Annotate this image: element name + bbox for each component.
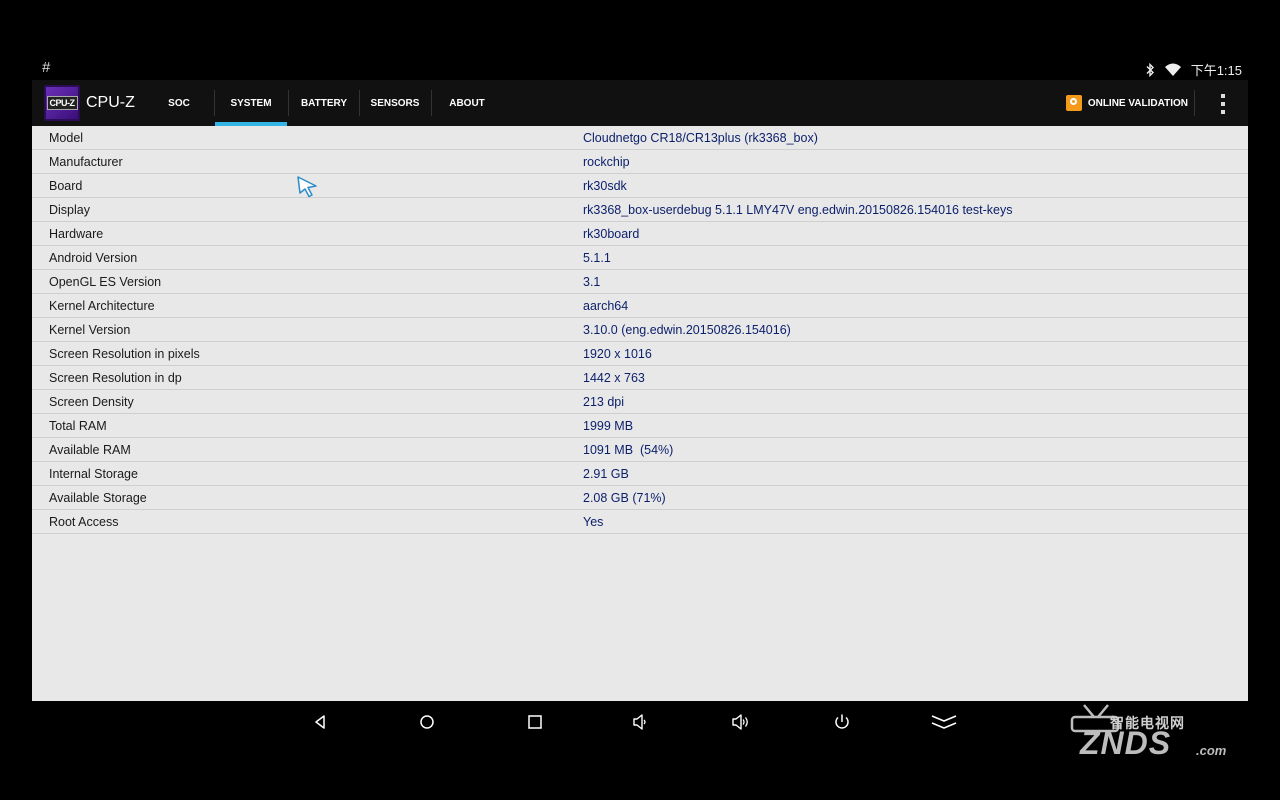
- tab-label: SYSTEM: [230, 97, 272, 109]
- row-label: Hardware: [49, 227, 104, 241]
- action-divider: [1194, 90, 1195, 116]
- row-label: Model: [49, 131, 84, 145]
- row-label: Kernel Architecture: [49, 299, 155, 313]
- validation-icon: [1065, 95, 1082, 111]
- info-row-internal-storage: Internal Storage 2.91 GB: [32, 462, 1248, 486]
- row-value: aarch64: [583, 299, 629, 313]
- tab-system[interactable]: SYSTEM: [215, 80, 287, 126]
- row-value: 1999 MB: [583, 419, 634, 433]
- app-title: CPU-Z: [86, 94, 135, 111]
- row-label: Internal Storage: [49, 467, 138, 481]
- info-row-kernel-architecture: Kernel Architecture aarch64: [32, 294, 1248, 318]
- row-label: Root Access: [49, 515, 119, 529]
- info-row-total-ram: Total RAM 1999 MB: [32, 414, 1248, 438]
- row-value: 3.1: [583, 275, 601, 289]
- tab-label: ABOUT: [449, 97, 485, 109]
- notification-hash-icon: #: [42, 59, 51, 76]
- info-row-display: Display rk3368_box-userdebug 5.1.1 LMY47…: [32, 198, 1248, 222]
- row-value: 5.1.1: [583, 251, 611, 265]
- info-row-available-ram: Available RAM 1091 MB (54%): [32, 438, 1248, 462]
- row-label: Manufacturer: [49, 155, 123, 169]
- row-value: 1442 x 763: [583, 371, 645, 385]
- online-validation-label: ONLINE VALIDATION: [1087, 97, 1188, 109]
- row-label: OpenGL ES Version: [49, 275, 162, 289]
- row-label: Android Version: [49, 251, 138, 265]
- power-icon[interactable]: [830, 711, 854, 733]
- row-label: Available Storage: [49, 491, 147, 505]
- volume-down-icon[interactable]: [628, 711, 652, 733]
- info-row-screen-resolution-dp: Screen Resolution in dp 1442 x 763: [32, 366, 1248, 390]
- row-value: rk30sdk: [583, 179, 627, 193]
- watermark-suffix: .com: [1196, 743, 1227, 758]
- collapse-icon[interactable]: [930, 711, 958, 733]
- logo-text: CPU-Z: [46, 96, 78, 110]
- status-bar: # 下午1:15: [32, 58, 1248, 80]
- watermark-logo-text: ZNDS: [1080, 725, 1172, 761]
- info-row-kernel-version: Kernel Version 3.10.0 (eng.edwin.2015082…: [32, 318, 1248, 342]
- info-row-screen-density: Screen Density 213 dpi: [32, 390, 1248, 414]
- row-label: Kernel Version: [49, 323, 131, 337]
- tab-about[interactable]: ABOUT: [432, 80, 502, 126]
- info-row-model: Model Cloudnetgo CR18/CR13plus (rk3368_b…: [32, 126, 1248, 150]
- info-row-hardware: Hardware rk30board: [32, 222, 1248, 246]
- info-row-available-storage: Available Storage 2.08 GB (71%): [32, 486, 1248, 510]
- row-value: rk30board: [583, 227, 640, 241]
- row-label: Screen Density: [49, 395, 134, 409]
- overflow-menu-icon[interactable]: [1220, 94, 1226, 114]
- row-value: rk3368_box-userdebug 5.1.1 LMY47V eng.ed…: [583, 203, 1013, 217]
- online-validation-button[interactable]: ONLINE VALIDATION: [1065, 80, 1188, 126]
- row-value: Yes: [583, 515, 604, 529]
- bluetooth-icon: [1146, 62, 1154, 77]
- row-value: 1091 MB (54%): [583, 443, 674, 457]
- recents-icon[interactable]: [523, 711, 547, 733]
- status-time: 下午1:15: [1190, 63, 1242, 78]
- tab-label: BATTERY: [300, 97, 348, 109]
- row-value: 2.08 GB (71%): [583, 491, 666, 505]
- info-row-screen-resolution-pixels: Screen Resolution in pixels 1920 x 1016: [32, 342, 1248, 366]
- row-value: 1920 x 1016: [583, 347, 652, 361]
- row-value: 2.91 GB: [583, 467, 629, 481]
- row-value: 3.10.0 (eng.edwin.20150826.154016): [583, 323, 791, 337]
- info-row-root-access: Root Access Yes: [32, 510, 1248, 534]
- row-label: Screen Resolution in pixels: [49, 347, 200, 361]
- tab-label: SOC: [168, 97, 190, 109]
- system-info-list: Model Cloudnetgo CR18/CR13plus (rk3368_b…: [32, 126, 1248, 701]
- tab-label: SENSORS: [370, 97, 420, 109]
- mouse-cursor-icon: [297, 176, 317, 198]
- znds-watermark: 智能电视网 ZNDS .com: [1068, 703, 1238, 769]
- tab-sensors[interactable]: SENSORS: [360, 80, 430, 126]
- row-label: Screen Resolution in dp: [49, 371, 182, 385]
- row-label: Available RAM: [49, 443, 131, 457]
- row-label: Board: [49, 179, 83, 193]
- row-value: 213 dpi: [583, 395, 625, 409]
- row-label: Display: [49, 203, 90, 217]
- tab-battery[interactable]: BATTERY: [289, 80, 359, 126]
- back-icon[interactable]: [308, 711, 332, 733]
- volume-up-icon[interactable]: [729, 711, 753, 733]
- info-row-android-version: Android Version 5.1.1: [32, 246, 1248, 270]
- row-value: Cloudnetgo CR18/CR13plus (rk3368_box): [583, 131, 818, 145]
- info-row-manufacturer: Manufacturer rockchip: [32, 150, 1248, 174]
- tab-soc[interactable]: SOC: [158, 80, 200, 126]
- home-icon[interactable]: [415, 711, 439, 733]
- cpu-z-logo-icon[interactable]: CPU-Z: [44, 85, 80, 121]
- row-value: rockchip: [583, 155, 630, 169]
- wifi-icon: [1164, 63, 1181, 76]
- info-row-opengl-version: OpenGL ES Version 3.1: [32, 270, 1248, 294]
- app-bar: CPU-Z CPU-Z SOC SYSTEM BATTERY SENSORS A…: [32, 80, 1248, 126]
- row-label: Total RAM: [49, 419, 107, 433]
- status-icons: 下午1:15: [1145, 60, 1242, 79]
- info-row-board: Board rk30sdk: [32, 174, 1248, 198]
